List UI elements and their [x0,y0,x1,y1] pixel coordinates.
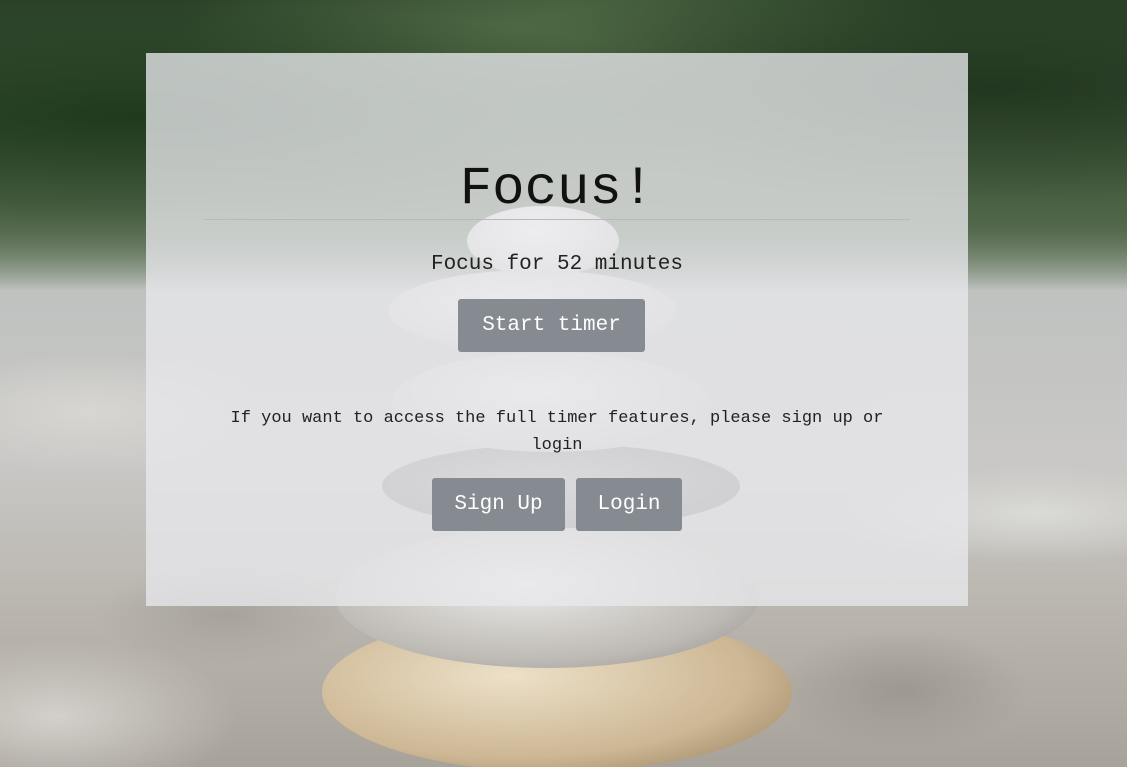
page-title: Focus! [459,159,655,220]
focus-card: Focus! Focus for 52 minutes Start timer … [146,53,968,606]
login-button[interactable]: Login [576,478,682,531]
focus-duration-text: Focus for 52 minutes [430,253,684,276]
signup-notice-text: If you want to access the full timer fea… [230,409,884,455]
sign-up-button[interactable]: Sign Up [432,478,565,531]
divider [204,219,910,220]
start-timer-button[interactable]: Start timer [458,299,645,352]
